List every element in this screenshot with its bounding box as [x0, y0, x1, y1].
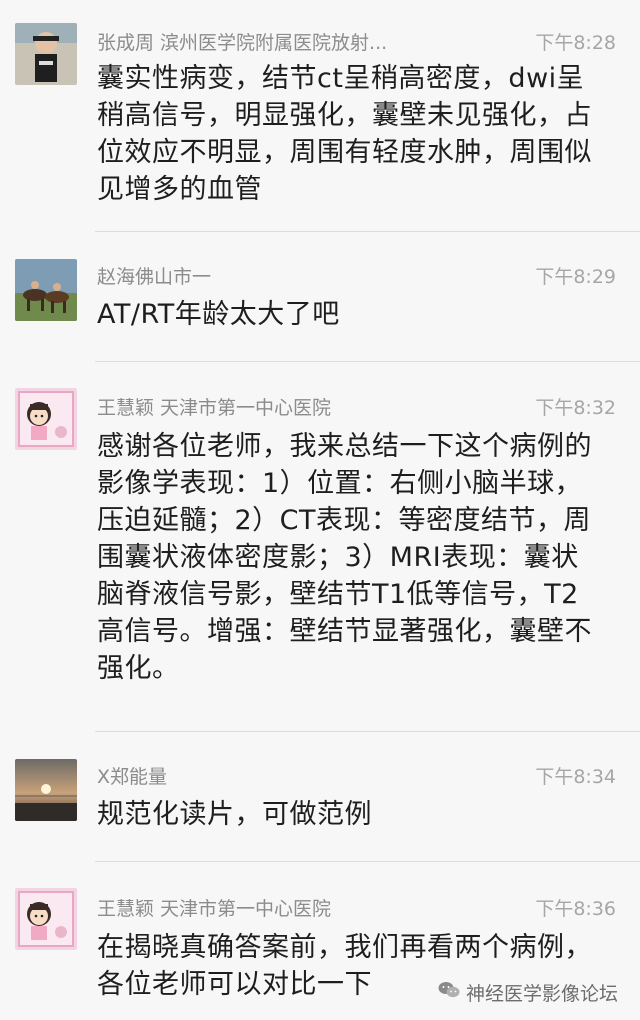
- message-time: 下午8:32: [535, 397, 616, 419]
- sender-name[interactable]: 王慧颖 天津市第一中心医院: [97, 393, 331, 420]
- sender-name[interactable]: 赵海佛山市一: [97, 262, 211, 289]
- wechat-icon: [438, 981, 460, 1004]
- message-text: 规范化读片，可做范例: [97, 799, 372, 830]
- message-item: X郑能量 下午8:34 规范化读片，可做范例: [0, 732, 640, 862]
- message-item: 张成周 滨州医学院附属医院放射... 下午8:28 囊实性病变，结节ct呈稍高密…: [0, 0, 640, 232]
- sender-name[interactable]: 张成周 滨州医学院附属医院放射...: [97, 28, 387, 55]
- message-time: 下午8:34: [535, 766, 616, 788]
- message-text: AT/RT年龄太大了吧: [97, 299, 340, 330]
- avatar[interactable]: [15, 759, 77, 821]
- avatar[interactable]: [15, 259, 77, 321]
- message-text: 感谢各位老师，我来总结一下这个病例的 影像学表现：1）位置：右侧小脑半球， 压迫…: [97, 431, 592, 684]
- avatar[interactable]: [15, 888, 77, 950]
- message-item: 王慧颖 天津市第一中心医院 下午8:32 感谢各位老师，我来总结一下这个病例的 …: [0, 362, 640, 732]
- message-time: 下午8:29: [535, 266, 616, 288]
- watermark: 神经医学影像论坛: [438, 979, 618, 1006]
- watermark-text: 神经医学影像论坛: [465, 983, 618, 1005]
- message-item: 赵海佛山市一 下午8:29 AT/RT年龄太大了吧: [0, 232, 640, 362]
- avatar[interactable]: [15, 23, 77, 85]
- message-text: 囊实性病变，结节ct呈稍高密度，dwi呈 稍高信号，明显强化，囊壁未见强化，占 …: [97, 63, 592, 205]
- avatar[interactable]: [15, 388, 77, 450]
- message-time: 下午8:36: [535, 898, 616, 920]
- sender-name[interactable]: X郑能量: [97, 762, 167, 789]
- message-time: 下午8:28: [535, 32, 616, 54]
- sender-name[interactable]: 王慧颖 天津市第一中心医院: [97, 894, 331, 921]
